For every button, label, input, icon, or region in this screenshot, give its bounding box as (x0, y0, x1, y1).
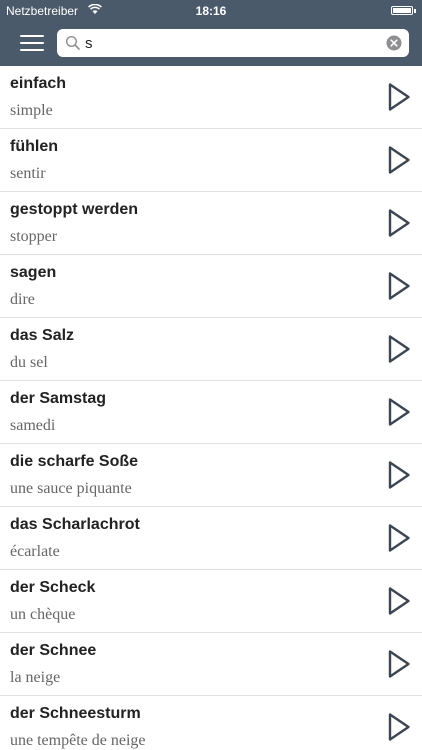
play-icon[interactable] (387, 460, 411, 490)
play-icon[interactable] (387, 145, 411, 175)
play-icon[interactable] (387, 208, 411, 238)
french-translation: simple (10, 102, 53, 119)
list-item[interactable]: fühlen sentir (0, 129, 422, 192)
german-word: der Schnee (10, 642, 97, 659)
german-word: der Scheck (10, 579, 96, 596)
french-translation: une sauce piquante (10, 480, 132, 497)
list-item[interactable]: einfach simple (0, 66, 422, 129)
search-bar[interactable] (57, 29, 409, 57)
french-translation: la neige (10, 669, 61, 686)
search-input[interactable] (85, 33, 375, 53)
clear-icon[interactable] (386, 35, 402, 51)
german-word: das Scharlachrot (10, 516, 140, 533)
french-translation: un chèque (10, 606, 76, 623)
word-list: einfach simple fühlen sentir gestoppt werden… (0, 66, 422, 750)
german-word: fühlen (10, 138, 58, 155)
list-item[interactable]: sagen dire (0, 255, 422, 318)
french-translation: sentir (10, 165, 46, 182)
french-translation: une tempête de neige (10, 732, 146, 749)
french-translation: écarlate (10, 543, 60, 560)
battery-icon (391, 6, 416, 15)
french-translation: dire (10, 291, 35, 308)
french-translation: stopper (10, 228, 58, 245)
list-item[interactable]: gestoppt werden stopper (0, 192, 422, 255)
status-bar: Netzbetreiber 18:16 (0, 0, 422, 21)
german-word: der Schneesturm (10, 705, 141, 722)
play-icon[interactable] (387, 82, 411, 112)
play-icon[interactable] (387, 586, 411, 616)
status-time: 18:16 (195, 4, 227, 18)
navigation-bar (0, 21, 422, 66)
play-icon[interactable] (387, 523, 411, 553)
german-word: sagen (10, 264, 57, 281)
play-icon[interactable] (387, 649, 411, 679)
search-icon (65, 35, 81, 51)
list-item[interactable]: die scharfe Soße une sauce piquante (0, 444, 422, 507)
list-item[interactable]: der Schneesturm une tempête de neige (0, 696, 422, 750)
play-icon[interactable] (387, 334, 411, 364)
german-word: der Samstag (10, 390, 107, 407)
german-word: das Salz (10, 327, 75, 344)
german-word: einfach (10, 75, 67, 92)
list-item[interactable]: der Schnee la neige (0, 633, 422, 696)
french-translation: du sel (10, 354, 48, 371)
list-item[interactable]: der Scheck un chèque (0, 570, 422, 633)
german-word: gestoppt werden (10, 201, 139, 218)
play-icon[interactable] (387, 397, 411, 427)
hamburger-menu-icon[interactable] (20, 34, 44, 53)
play-icon[interactable] (387, 712, 411, 742)
list-item[interactable]: der Samstag samedi (0, 381, 422, 444)
list-item[interactable]: das Scharlachrot écarlate (0, 507, 422, 570)
play-icon[interactable] (387, 271, 411, 301)
german-word: die scharfe Soße (10, 453, 139, 470)
french-translation: samedi (10, 417, 56, 434)
list-item[interactable]: das Salz du sel (0, 318, 422, 381)
